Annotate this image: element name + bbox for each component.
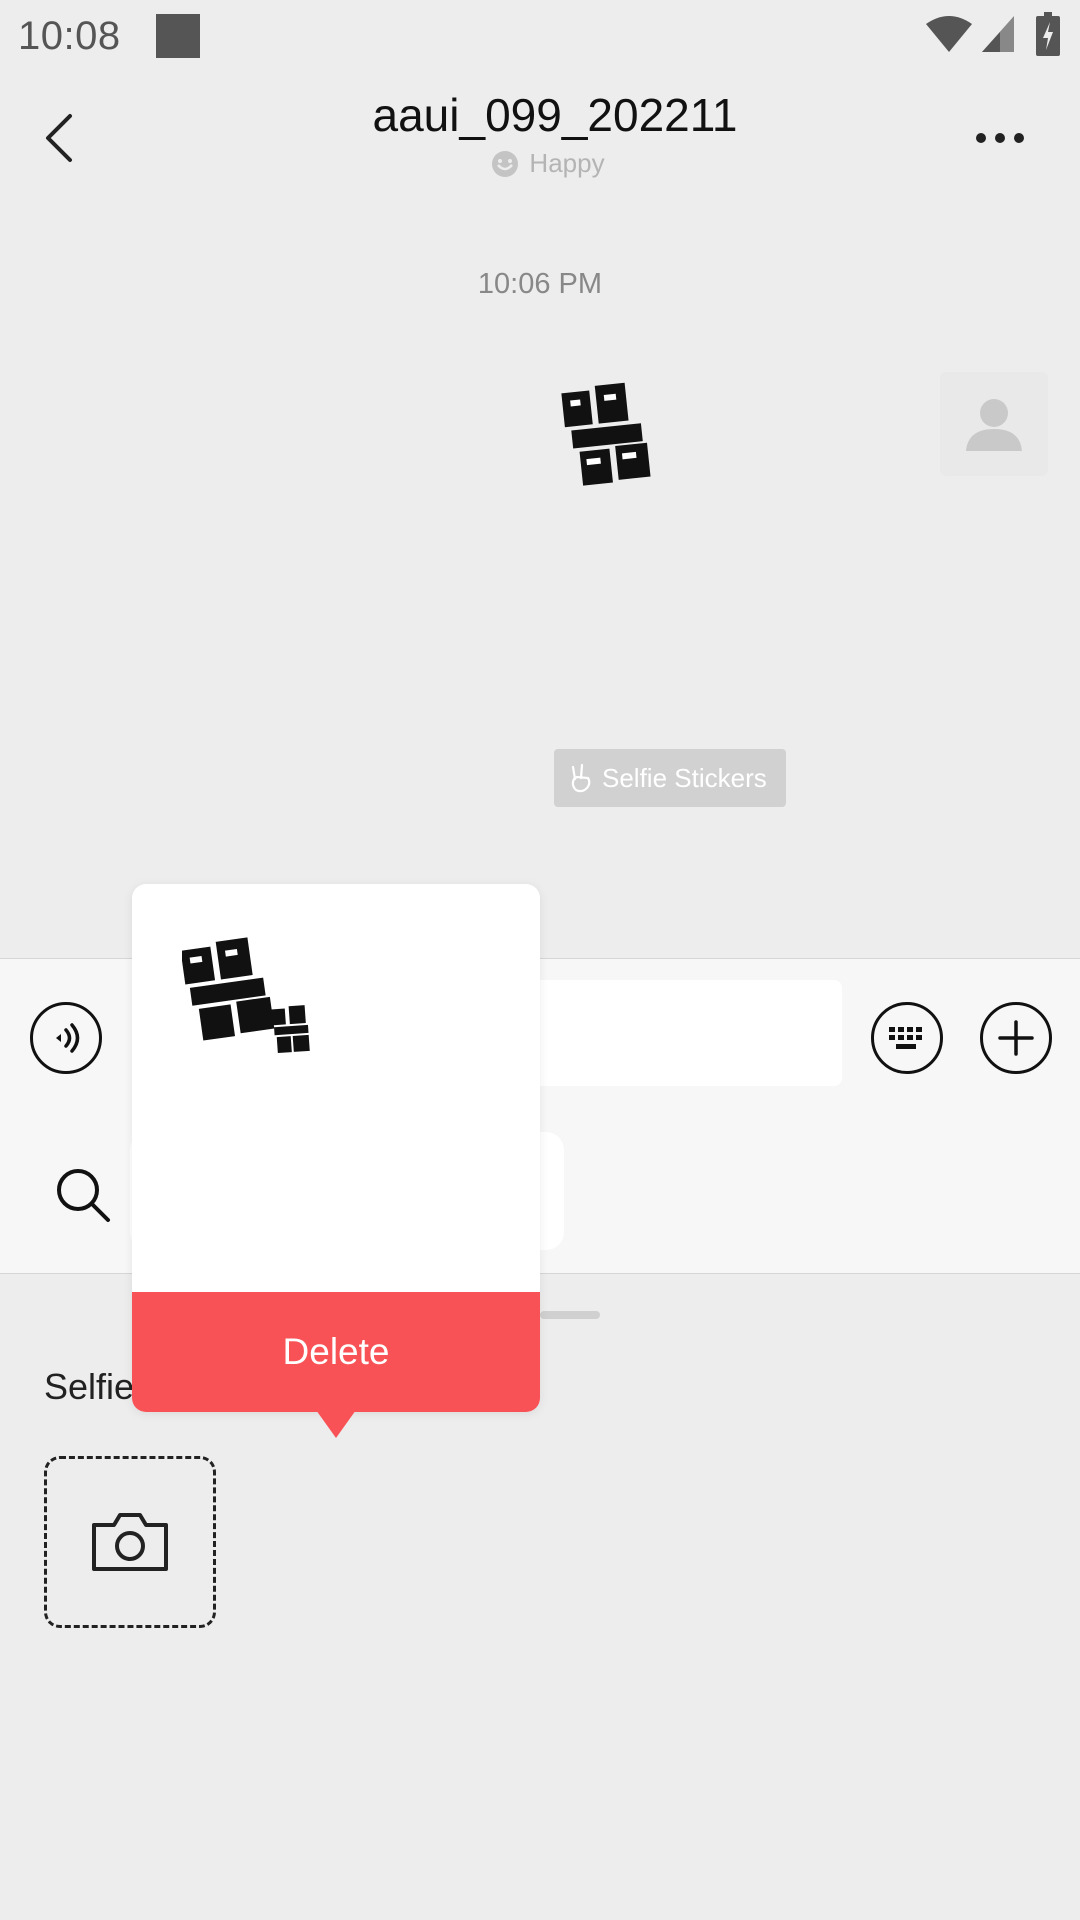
more-options-button[interactable] <box>970 120 1030 156</box>
more-dot <box>995 133 1005 143</box>
more-dot <box>1014 133 1024 143</box>
sticker-message[interactable] <box>560 380 670 490</box>
user-icon <box>966 399 1022 451</box>
voice-button[interactable] <box>30 1002 102 1074</box>
avatar[interactable] <box>940 372 1048 476</box>
selfie-chip-label: Selfie Stickers <box>602 762 767 793</box>
delete-button[interactable]: Delete <box>132 1292 540 1412</box>
plus-icon <box>998 1020 1034 1056</box>
chat-status-text: Happy <box>529 148 605 178</box>
more-dot <box>976 133 986 143</box>
battery-charging-icon <box>1036 12 1060 56</box>
plus-button[interactable] <box>980 1002 1052 1074</box>
keyboard-button[interactable] <box>871 1002 943 1074</box>
signal-icon <box>982 16 1014 52</box>
chat-title: aaui_099_202211 <box>372 89 738 141</box>
message-timestamp: 10:06 PM <box>477 268 603 300</box>
drag-handle[interactable] <box>540 1311 600 1319</box>
section-label: Selfie <box>44 1366 135 1407</box>
status-bar: 10:08 <box>0 0 1080 76</box>
popup-arrow <box>316 1410 356 1438</box>
search-icon[interactable] <box>52 1164 112 1224</box>
voice-icon <box>56 1023 80 1053</box>
camera-icon <box>92 1513 168 1571</box>
sticker-popup: Delete <box>132 884 540 1412</box>
status-time: 10:08 <box>18 14 121 58</box>
keyboard-icon <box>889 1027 922 1049</box>
add-selfie-sticker-button[interactable] <box>44 1456 216 1628</box>
sticker-preview <box>182 937 310 1054</box>
chat-status: Happy <box>0 148 1080 179</box>
smile-icon <box>492 150 519 177</box>
peace-hand-icon <box>571 763 591 793</box>
selfie-stickers-chip[interactable]: Selfie Stickers <box>554 749 786 807</box>
wifi-icon <box>926 16 972 52</box>
notification-icon <box>156 14 200 58</box>
